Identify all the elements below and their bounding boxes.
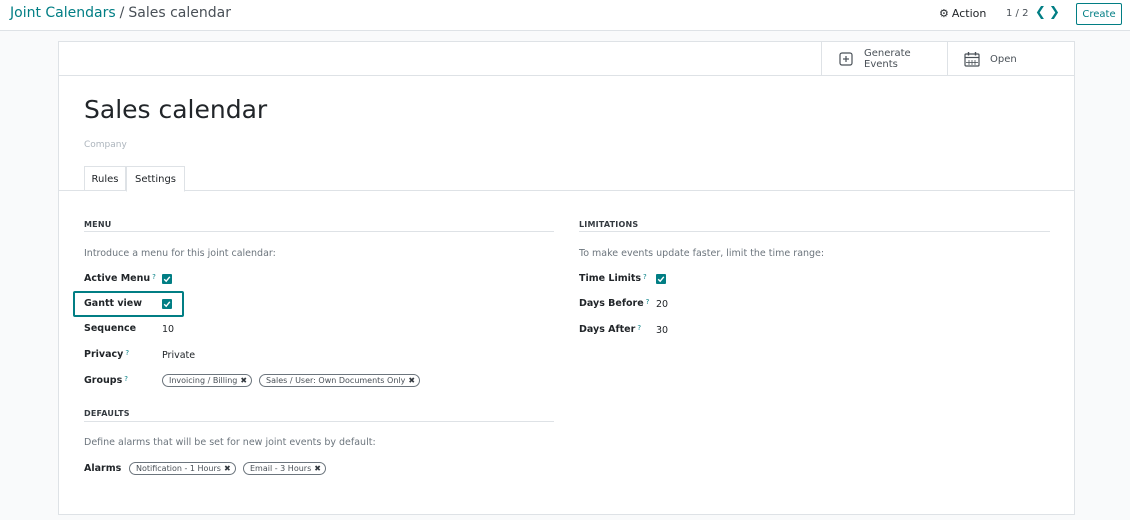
pager-value[interactable]: 1 / 2 [1006,8,1028,19]
groups-label: Groups? [84,375,128,386]
remove-tag-icon[interactable]: ✖ [224,464,231,473]
privacy-label: Privacy? [84,349,129,360]
alarm-tag-label: Email - 3 Hours [250,464,312,473]
tab-rules[interactable]: Rules [84,166,126,191]
breadcrumb: Joint Calendars / Sales calendar [10,5,231,21]
group-tag-label: Invoicing / Billing [169,376,238,385]
control-panel: Joint Calendars / Sales calendar ⚙ Action … [0,0,1130,31]
help-icon[interactable]: ? [637,324,641,332]
help-icon[interactable]: ? [152,273,156,281]
group-tag: Sales / User: Own Documents Only ✖ [259,374,421,387]
action-label: Action [951,7,987,20]
sequence-label: Sequence [84,323,137,334]
gantt-view-label: Gantt view [84,298,143,309]
chevron-right-icon[interactable]: ❯ [1049,5,1060,20]
active-menu-label: Active Menu? [84,273,156,284]
generate-events-label: Generate Events [864,48,911,70]
menu-section-divider [84,231,554,232]
defaults-section-title: DEFAULTS [84,409,130,418]
remove-tag-icon[interactable]: ✖ [240,376,247,385]
tabs-divider [59,190,1074,191]
days-before-field[interactable]: 20 [656,299,668,310]
alarm-tag: Notification - 1 Hours ✖ [129,462,236,475]
gantt-view-checkbox[interactable] [162,299,172,309]
calendar-icon [964,51,980,67]
action-button[interactable]: ⚙ Action [939,7,986,20]
active-menu-checkbox[interactable] [162,274,172,284]
checkmark-icon [163,276,171,283]
smart-button-box: Generate Events Open [59,42,1074,76]
generate-label-line1: Generate [864,48,911,59]
generate-label-line2: Events [864,59,898,70]
checkmark-icon [163,301,171,308]
limitations-section-divider [579,231,1050,232]
alarm-tag-label: Notification - 1 Hours [136,464,221,473]
defaults-hint: Define alarms that will be set for new j… [84,437,376,448]
limitations-hint: To make events update faster, limit the … [579,248,825,259]
sequence-field[interactable]: 10 [162,324,174,335]
help-icon[interactable]: ? [124,375,128,383]
time-limits-checkbox[interactable] [656,274,666,284]
alarm-tag: Email - 3 Hours ✖ [243,462,326,475]
remove-tag-icon[interactable]: ✖ [408,376,415,385]
help-icon[interactable]: ? [646,298,650,306]
days-before-label: Days Before? [579,298,649,309]
limitations-section-title: LIMITATIONS [579,220,639,229]
remove-tag-icon[interactable]: ✖ [314,464,321,473]
alarms-label: Alarms [84,463,122,474]
open-label: Open [990,53,1017,65]
record-title[interactable]: Sales calendar [84,95,267,124]
generate-events-button[interactable]: Generate Events [821,42,947,76]
time-limits-label: Time Limits? [579,273,647,284]
groups-label-text: Groups [84,375,123,386]
active-menu-label-text: Active Menu [84,273,151,284]
days-before-label-text: Days Before [579,298,644,309]
days-after-field[interactable]: 30 [656,325,668,336]
tab-settings[interactable]: Settings [126,166,185,192]
privacy-label-text: Privacy [84,349,124,360]
privacy-select[interactable]: Private [162,350,195,361]
form-sheet: Generate Events Open Sales calendar Comp… [58,41,1075,515]
defaults-section-divider [84,421,554,422]
breadcrumb-current: Sales calendar [128,5,231,21]
menu-hint: Introduce a menu for this joint calendar… [84,248,276,259]
menu-section-title: MENU [84,220,112,229]
breadcrumb-link-joint-calendars[interactable]: Joint Calendars [10,5,116,21]
group-tag-label: Sales / User: Own Documents Only [266,376,406,385]
plus-square-icon [838,51,854,67]
create-button[interactable]: Create [1076,3,1122,25]
checkmark-icon [657,276,665,283]
time-limits-label-text: Time Limits [579,273,642,284]
breadcrumb-separator: / [119,5,125,21]
help-icon[interactable]: ? [125,349,129,357]
group-tag: Invoicing / Billing ✖ [162,374,253,387]
gear-icon: ⚙ [939,7,949,20]
open-calendar-button[interactable]: Open [947,42,1074,76]
days-after-label-text: Days After [579,324,636,335]
days-after-label: Days After? [579,324,641,335]
company-field[interactable]: Company [84,140,127,150]
chevron-left-icon[interactable]: ❮ [1035,5,1046,20]
help-icon[interactable]: ? [643,273,647,281]
